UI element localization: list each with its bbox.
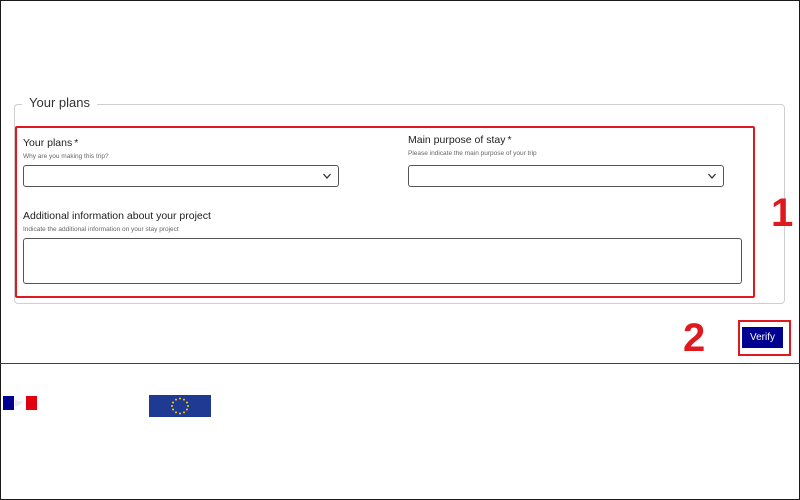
eu-flag-icon [149,395,211,417]
verify-button[interactable]: Verify [742,327,783,348]
french-republic-flag-icon [3,396,37,410]
step2-annotation: 2 [683,316,706,360]
step1-highlight-box [15,126,755,298]
footer-divider [0,363,800,364]
fieldset-legend: Your plans [22,95,97,111]
step1-annotation: 1 [771,191,794,235]
